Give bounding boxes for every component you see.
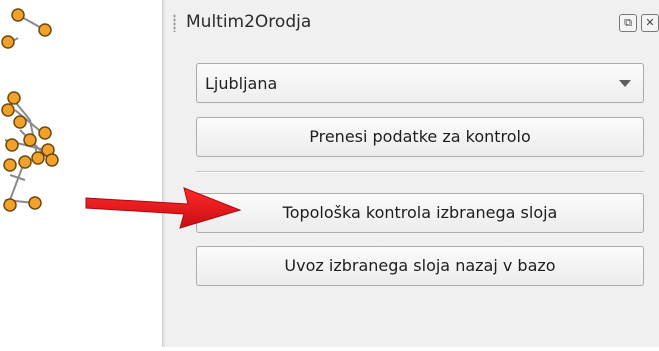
region-select[interactable]: Ljubljana <box>196 63 644 103</box>
graph-nodes <box>1 8 59 212</box>
dock-buttons: ⧉ ✕ <box>619 14 659 32</box>
close-icon[interactable]: ✕ <box>641 14 659 32</box>
dock-grip[interactable] <box>173 14 176 32</box>
separator <box>196 171 644 173</box>
red-arrow-annotation <box>85 187 242 229</box>
restore-icon[interactable]: ⧉ <box>619 14 637 32</box>
plugin-dock-panel: Multim2Orodja ⧉ ✕ Ljubljana Prenesi poda… <box>165 0 659 347</box>
chevron-down-icon <box>619 80 631 87</box>
map-canvas[interactable] <box>0 0 162 347</box>
topology-check-button[interactable]: Topološka kontrola izbranega sloja <box>196 193 644 233</box>
import-layer-button[interactable]: Uvoz izbranega sloja nazaj v bazo <box>196 246 644 286</box>
download-data-button[interactable]: Prenesi podatke za kontrolo <box>196 117 644 157</box>
region-select-value: Ljubljana <box>205 74 278 93</box>
panel-title: Multim2Orodja <box>186 12 312 32</box>
network-graph <box>1 8 59 212</box>
